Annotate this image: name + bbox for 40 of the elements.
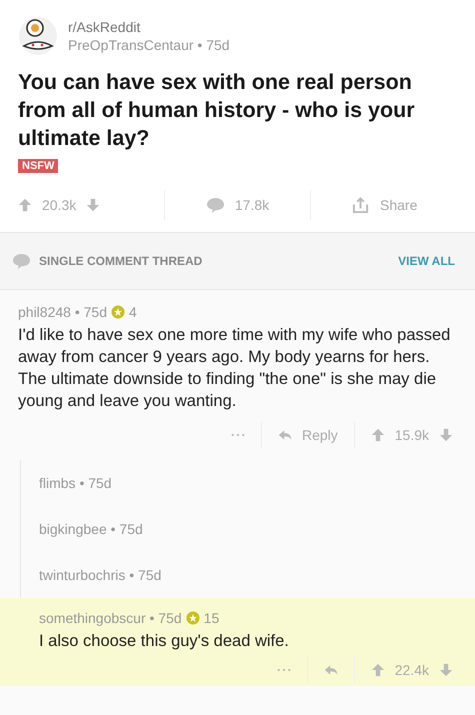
award-icon: [186, 611, 200, 625]
award-count: 15: [204, 610, 220, 626]
comment-meta: twinturbochris • 75d: [39, 567, 162, 583]
more-icon[interactable]: [230, 433, 245, 437]
more-icon[interactable]: [276, 668, 291, 672]
comment-score: 22.4k: [394, 662, 429, 678]
post-score: 20.3k: [42, 197, 76, 213]
comment-count: 17.8k: [234, 197, 270, 213]
downvote-icon[interactable]: [439, 428, 453, 442]
comment-body: I'd like to have sex one more time with my wife who passed away from cancer 9 years ago. My body yearns for hers. The ultimate downside to finding "the one" is she may die young and leave you wanting.: [18, 325, 452, 412]
upvote-icon[interactable]: [370, 428, 385, 442]
view-all-link[interactable]: VIEW ALL: [398, 254, 455, 268]
comment-body: I also choose this guy's dead wife.: [39, 631, 290, 652]
reply-icon[interactable]: [278, 428, 292, 442]
comment-icon[interactable]: [206, 196, 225, 214]
reply-button[interactable]: Reply: [302, 427, 338, 443]
collapsed-comment[interactable]: bigkingbee • 75d: [21, 506, 475, 552]
post-meta: PreOpTransCentaur • 75d: [68, 37, 230, 53]
comment-meta: flimbs • 75d: [39, 475, 112, 491]
collapsed-comment[interactable]: twinturbochris • 75d: [21, 552, 475, 598]
subreddit-name[interactable]: r/AskReddit: [68, 19, 230, 35]
comment-icon: [12, 252, 31, 270]
subreddit-icon[interactable]: [18, 16, 58, 56]
award-icon: [110, 305, 125, 319]
share-button[interactable]: Share: [380, 197, 418, 213]
comment-meta: phil8248 • 75d: [18, 304, 107, 320]
comment-score: 15.9k: [394, 427, 429, 443]
share-icon[interactable]: [351, 196, 370, 214]
downvote-icon[interactable]: [439, 663, 453, 677]
upvote-icon[interactable]: [18, 198, 32, 212]
collapsed-comment[interactable]: flimbs • 75d: [21, 460, 475, 506]
nsfw-tag: NSFW: [18, 159, 58, 173]
comment-meta: bigkingbee • 75d: [39, 521, 143, 537]
award-count: 4: [128, 304, 137, 320]
thread-label: SINGLE COMMENT THREAD: [39, 254, 204, 268]
upvote-icon[interactable]: [370, 663, 385, 677]
reply-icon[interactable]: [324, 663, 338, 677]
downvote-icon[interactable]: [86, 198, 100, 212]
post-title: You can have sex with one real person from all of human history - who is your ultimate lay?: [18, 69, 416, 152]
comment-meta: somethingobscur • 75d: [39, 610, 182, 626]
